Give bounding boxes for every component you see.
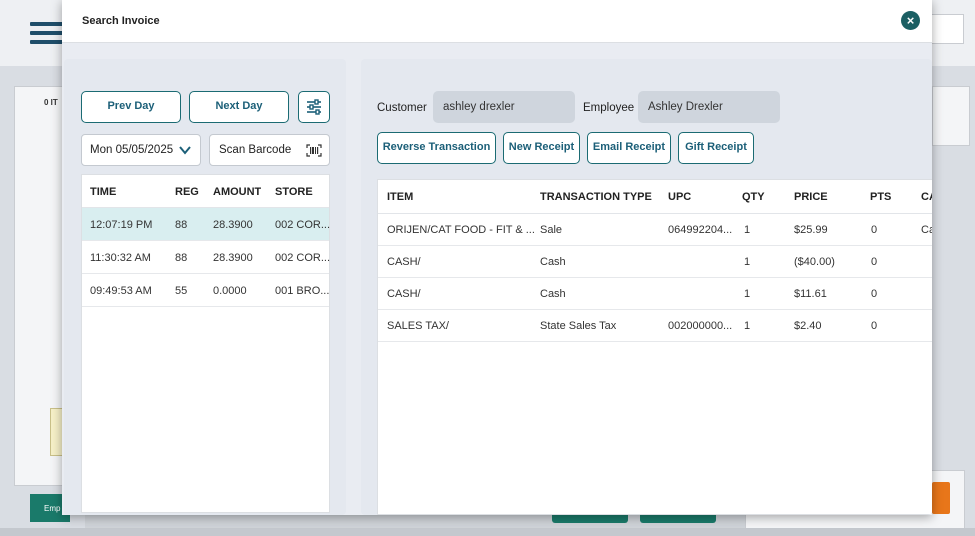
- column-header-item[interactable]: ITEM: [387, 191, 413, 203]
- modal-header: Search Invoice ×: [62, 0, 932, 43]
- background-items-label: 0 IT: [44, 98, 58, 107]
- invoice-table-header: TIME REG AMOUNT STORE: [82, 175, 329, 208]
- invoice-time: 12:07:19 PM: [90, 219, 153, 231]
- transaction-type-cell: Cash: [540, 288, 566, 300]
- item-cell: CASH/: [387, 256, 421, 268]
- upc-cell: 002000000...: [668, 320, 733, 332]
- upc-cell: 064992204...: [668, 224, 733, 236]
- qty-cell: 1: [744, 320, 751, 332]
- invoice-row[interactable]: 12:07:19 PM 88 28.3900 002 COR...: [82, 208, 331, 241]
- transaction-table: ITEM TRANSACTION TYPE UPC QTY PRICE PTS …: [377, 179, 932, 515]
- pts-cell: 0: [871, 224, 878, 236]
- pts-cell: 0: [871, 288, 878, 300]
- price-cell: $25.99: [794, 224, 828, 236]
- invoice-detail-panel: Customer ashley drexler Employee Ashley …: [361, 59, 932, 515]
- close-icon[interactable]: ×: [901, 11, 920, 30]
- column-header-time[interactable]: TIME: [90, 186, 116, 198]
- background-pay-button[interactable]: [932, 482, 950, 514]
- next-day-button[interactable]: Next Day: [189, 91, 289, 123]
- invoice-row[interactable]: 09:49:53 AM 55 0.0000 001 BRO...: [82, 274, 329, 307]
- item-cell: CASH/: [387, 288, 421, 300]
- column-header-reg[interactable]: REG: [175, 186, 199, 198]
- sliders-icon: [307, 99, 321, 115]
- hamburger-menu-icon[interactable]: [30, 22, 64, 44]
- column-header-upc[interactable]: UPC: [668, 191, 691, 203]
- invoice-time: 11:30:32 AM: [90, 252, 151, 264]
- modal-body: Prev Day Next Day Mon 05/05/2025 Scan Ba…: [62, 43, 932, 515]
- invoice-time: 09:49:53 AM: [90, 285, 152, 297]
- pts-cell: 0: [871, 256, 878, 268]
- transaction-type-cell: Cash: [540, 256, 566, 268]
- table-row[interactable]: SALES TAX/ State Sales Tax 002000000... …: [378, 310, 932, 342]
- price-cell: $11.61: [794, 288, 827, 300]
- employee-field: Ashley Drexler: [638, 91, 780, 123]
- scan-barcode-input[interactable]: Scan Barcode: [209, 134, 330, 166]
- column-header-price[interactable]: PRICE: [794, 191, 828, 203]
- prev-day-button[interactable]: Prev Day: [81, 91, 181, 123]
- employee-label: Employee: [583, 102, 635, 114]
- chevron-down-icon: [179, 146, 191, 155]
- modal-title: Search Invoice: [82, 15, 160, 27]
- table-row[interactable]: CASH/ Cash 1 ($40.00) 0: [378, 246, 932, 278]
- price-cell: $2.40: [794, 320, 822, 332]
- invoice-amount: 28.3900: [213, 219, 253, 231]
- date-value: Mon 05/05/2025: [90, 144, 174, 156]
- qty-cell: 1: [744, 224, 751, 236]
- column-header-ca[interactable]: CA: [921, 191, 932, 203]
- qty-cell: 1: [744, 288, 751, 300]
- column-header-store[interactable]: STORE: [275, 186, 313, 198]
- price-cell: ($40.00): [794, 256, 835, 268]
- item-cell: SALES TAX/: [387, 320, 449, 332]
- transaction-type-cell: Sale: [540, 224, 563, 236]
- transaction-type-cell: State Sales Tax: [540, 320, 617, 332]
- table-row[interactable]: ORIJEN/CAT FOOD - FIT & ... Sale 0649922…: [378, 214, 932, 246]
- customer-field: ashley drexler: [433, 91, 575, 123]
- background-right-panel: [932, 86, 970, 146]
- filter-button[interactable]: [298, 91, 330, 123]
- invoice-row[interactable]: 11:30:32 AM 88 28.3900 002 COR...: [82, 241, 331, 274]
- ca-cell: Ca: [921, 224, 932, 236]
- column-header-amount[interactable]: AMOUNT: [213, 186, 261, 198]
- invoice-store: 002 COR...: [275, 252, 331, 264]
- scan-barcode-placeholder: Scan Barcode: [219, 144, 292, 156]
- column-header-qty[interactable]: QTY: [742, 191, 765, 203]
- invoice-amount: 0.0000: [213, 285, 247, 297]
- email-receipt-button[interactable]: Email Receipt: [587, 132, 671, 164]
- date-select[interactable]: Mon 05/05/2025: [81, 134, 201, 166]
- invoice-table: TIME REG AMOUNT STORE 12:07:19 PM 88 28.…: [81, 174, 330, 513]
- invoice-amount: 28.3900: [213, 252, 253, 264]
- reverse-transaction-button[interactable]: Reverse Transaction: [377, 132, 496, 164]
- pts-cell: 0: [871, 320, 878, 332]
- invoice-reg: 88: [175, 252, 188, 264]
- transaction-table-header: ITEM TRANSACTION TYPE UPC QTY PRICE PTS …: [378, 180, 932, 214]
- barcode-icon: [306, 144, 322, 157]
- table-row[interactable]: CASH/ Cash 1 $11.61 0: [378, 278, 932, 310]
- invoice-store: 001 BRO...: [275, 285, 330, 297]
- invoice-list-panel: Prev Day Next Day Mon 05/05/2025 Scan Ba…: [64, 59, 346, 515]
- invoice-reg: 55: [175, 285, 188, 297]
- gift-receipt-button[interactable]: Gift Receipt: [678, 132, 754, 164]
- new-receipt-button[interactable]: New Receipt: [503, 132, 580, 164]
- qty-cell: 1: [744, 256, 751, 268]
- item-cell: ORIJEN/CAT FOOD - FIT & ...: [387, 224, 535, 236]
- invoice-reg: 88: [175, 219, 188, 231]
- status-bar: [0, 528, 975, 536]
- column-header-transaction-type[interactable]: TRANSACTION TYPE: [540, 191, 652, 203]
- customer-label: Customer: [377, 102, 427, 114]
- app-search-box[interactable]: [930, 14, 964, 44]
- search-invoice-modal: Search Invoice × Prev Day Next Day Mon 0…: [62, 0, 932, 515]
- column-header-pts[interactable]: PTS: [870, 191, 891, 203]
- invoice-store: 002 COR...: [275, 219, 331, 231]
